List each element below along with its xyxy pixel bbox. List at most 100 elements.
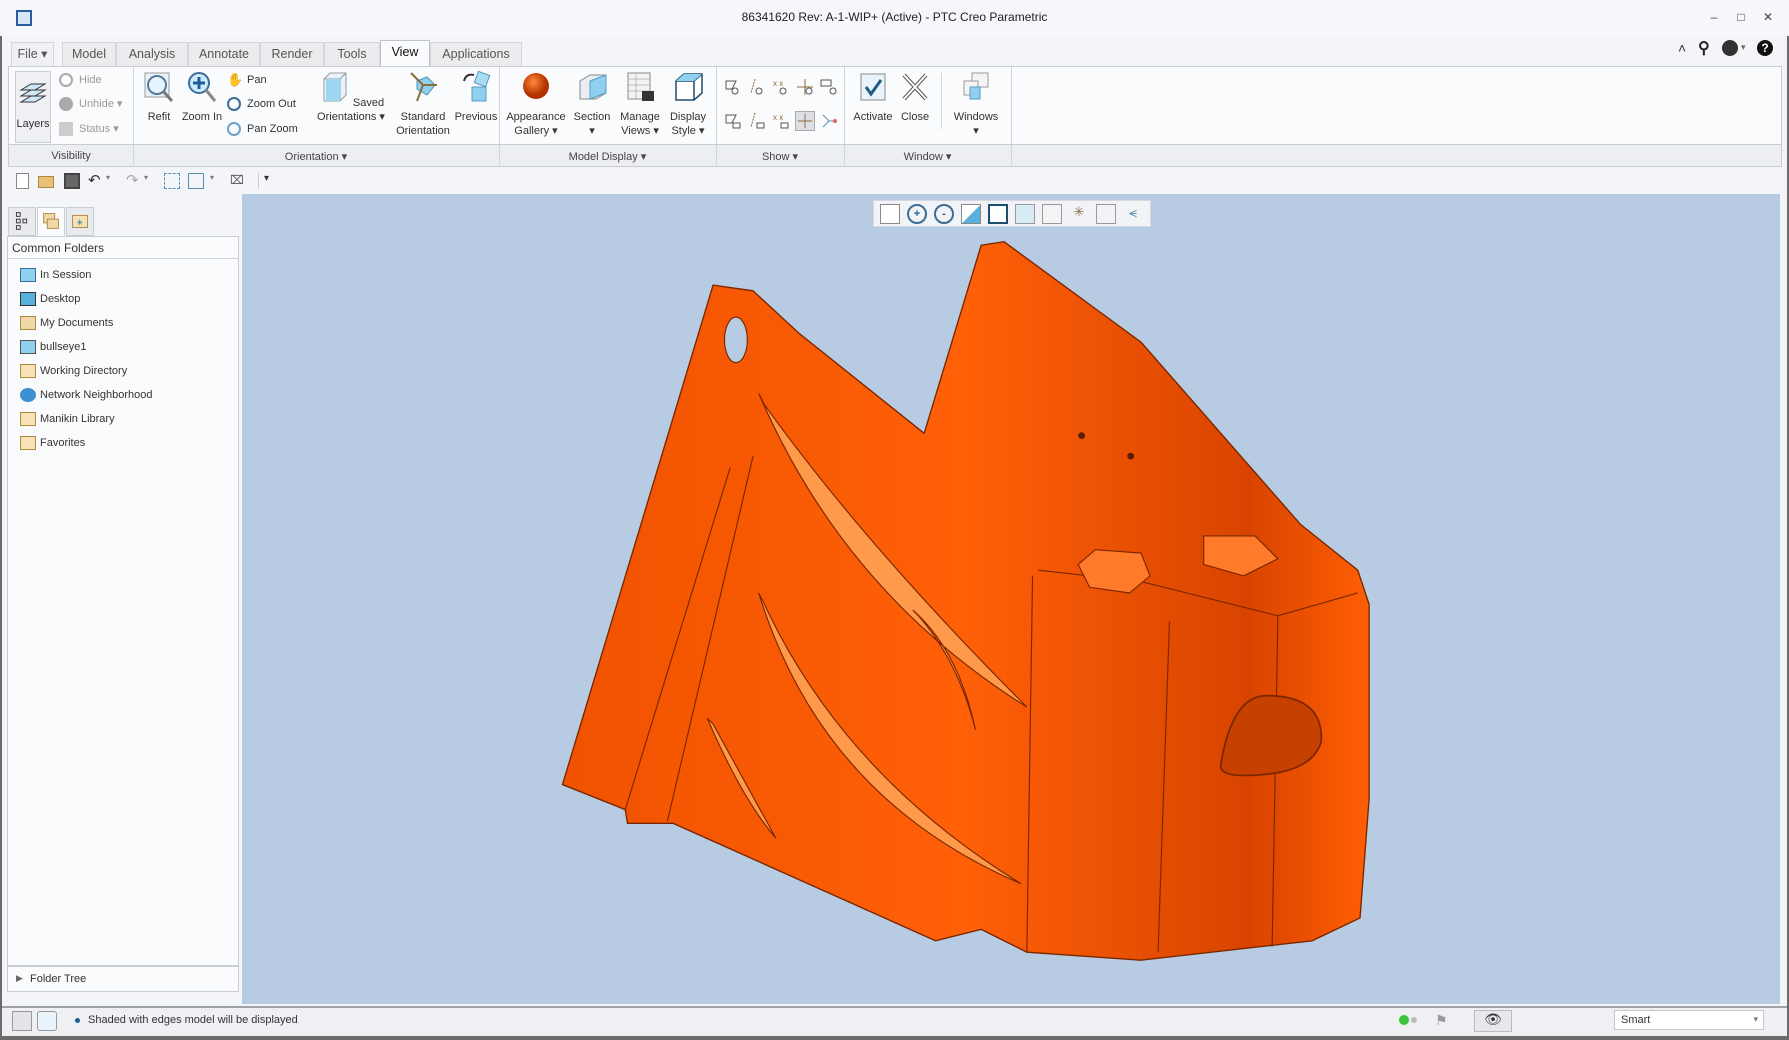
hide-label: Hide (79, 74, 102, 86)
toggle-navigator-icon[interactable] (12, 1011, 32, 1031)
saved-orientations-icon[interactable] (1015, 204, 1035, 224)
new-file-icon[interactable] (16, 173, 29, 189)
folder-item-documents-folder[interactable]: My Documents (20, 314, 113, 332)
search-icon[interactable]: ⚲ (1698, 38, 1710, 58)
tab-model[interactable]: Model (62, 42, 116, 66)
folder-item-folder-star[interactable]: Working Directory (20, 362, 127, 380)
folder-item-library-folder[interactable]: Manikin Library (20, 410, 115, 428)
save-icon[interactable] (64, 173, 80, 189)
windows-qat-dropdown-icon[interactable]: ▾ (210, 173, 226, 189)
display-style-icon[interactable] (988, 204, 1008, 224)
spin-center-icon[interactable]: ⪪ (1123, 204, 1143, 224)
community-dropdown-icon[interactable]: ▾ (1741, 42, 1746, 53)
close-qat-icon[interactable]: ⌧ (230, 173, 246, 189)
plane-display-icon[interactable] (723, 77, 743, 97)
folder-item-network[interactable]: Network Neighborhood (20, 386, 153, 404)
orientation-group-label[interactable]: Orientation ▾ (133, 150, 499, 163)
show-group-label[interactable]: Show ▾ (716, 150, 844, 163)
pan-zoom-button[interactable]: Pan Zoom (227, 120, 298, 138)
zoom-out-icon[interactable]: - (934, 204, 954, 224)
model-tree-tab[interactable] (8, 207, 36, 236)
undo-icon[interactable]: ↶ (88, 173, 104, 189)
activate-label: Activate (853, 111, 893, 123)
activate-button[interactable]: Activate (851, 71, 895, 124)
zoom-in-icon[interactable]: + (907, 204, 927, 224)
axis-display-icon[interactable] (747, 77, 767, 97)
network-icon (20, 388, 36, 402)
model-display-group-label[interactable]: Model Display ▾ (499, 150, 716, 163)
csys-display-icon[interactable] (795, 77, 815, 97)
window-group-label[interactable]: Window ▾ (844, 150, 1011, 163)
favorites-tab[interactable]: ✳ (66, 207, 94, 236)
tab-view[interactable]: View (380, 40, 430, 66)
windows-qat-icon[interactable] (188, 173, 204, 189)
saved-orientations-button[interactable]: Saved Orientations ▾ (311, 71, 391, 124)
appearance-gallery-button[interactable]: Appearance Gallery ▾ (505, 71, 567, 138)
plane-tag-icon[interactable] (723, 111, 743, 131)
spin-center-icon[interactable] (819, 111, 839, 131)
manage-views-button[interactable]: Manage Views ▾ (615, 71, 665, 138)
unhide-button[interactable]: Unhide ▾ (59, 95, 122, 113)
regenerate-icon[interactable] (164, 173, 180, 189)
close-button[interactable]: Close (895, 71, 935, 124)
redo-icon[interactable]: ↷ (126, 173, 142, 189)
tab-file[interactable]: File ▾ (11, 42, 54, 66)
help-icon[interactable]: ? (1757, 40, 1773, 56)
repaint-icon[interactable] (961, 204, 981, 224)
folder-item-desktop[interactable]: Desktop (20, 290, 80, 308)
close-window-button[interactable]: ✕ (1760, 10, 1776, 24)
csys-tag-icon[interactable] (795, 111, 815, 131)
tab-tools[interactable]: Tools (324, 42, 380, 66)
folder-tree-section[interactable]: ▶ Folder Tree (7, 966, 239, 992)
minimize-ribbon-icon[interactable]: ˄ (1678, 40, 1686, 56)
pan-button[interactable]: ✋ Pan (227, 71, 267, 89)
annotation-display-icon[interactable] (1096, 204, 1116, 224)
point-display-icon[interactable]: x x (771, 77, 791, 97)
customize-qat-icon[interactable]: ▾ (258, 173, 274, 189)
desktop-icon (20, 292, 36, 306)
folder-browser-tab[interactable] (37, 207, 65, 236)
tab-applications[interactable]: Applications (430, 42, 522, 66)
redo-dropdown-icon[interactable]: ▾ (144, 173, 160, 189)
annotation-display-icon[interactable] (819, 77, 839, 97)
tab-annotate[interactable]: Annotate (188, 42, 260, 66)
browser-icon[interactable] (37, 1011, 57, 1031)
hide-button[interactable]: Hide (59, 71, 102, 89)
minimize-button[interactable]: – (1706, 10, 1722, 24)
selection-filter-dropdown[interactable]: Smart ▾ (1614, 1010, 1764, 1030)
documents-folder-icon (20, 316, 36, 330)
find-binoculars-icon[interactable]: 👁 (1474, 1010, 1512, 1032)
regen-status-dot (1411, 1017, 1417, 1023)
section-dropdown: ▾ (589, 125, 595, 137)
point-tag-icon[interactable]: x x (771, 111, 791, 131)
folder-item-computer[interactable]: bullseye1 (20, 338, 86, 356)
zoom-out-button[interactable]: Zoom Out (227, 95, 296, 113)
tab-analysis[interactable]: Analysis (116, 42, 188, 66)
flag-icon[interactable]: ⚑ (1435, 1012, 1448, 1029)
refit-button[interactable]: Refit (139, 71, 179, 124)
folder-item-label: Manikin Library (40, 413, 115, 425)
axis-tag-icon[interactable] (747, 111, 767, 131)
community-icon[interactable] (1722, 40, 1738, 56)
view-manager-icon[interactable] (1042, 204, 1062, 224)
folder-item-favorites-folder[interactable]: Favorites (20, 434, 85, 452)
restore-button[interactable]: □ (1733, 10, 1749, 24)
standard-orientation-button[interactable]: Standard Orientation (391, 71, 455, 138)
refit-icon[interactable] (880, 204, 900, 224)
display-style-button[interactable]: Display Style ▾ (665, 71, 711, 138)
graphics-viewport[interactable] (242, 194, 1780, 1004)
undo-dropdown-icon[interactable]: ▾ (106, 173, 122, 189)
previous-button[interactable]: Previous (451, 70, 501, 124)
section-button[interactable]: Section ▾ (569, 71, 615, 138)
folder-item-monitor[interactable]: In Session (20, 266, 91, 284)
svg-text:x x: x x (773, 113, 783, 122)
status-button[interactable]: Status ▾ (59, 120, 119, 138)
open-folder-icon[interactable] (38, 176, 54, 188)
status-label: Status ▾ (79, 123, 119, 135)
windows-button[interactable]: Windows ▾ (947, 71, 1005, 138)
datum-display-icon[interactable]: ✳ (1069, 204, 1089, 224)
zoom-in-button[interactable]: Zoom In (179, 71, 225, 124)
layers-button[interactable]: Layers (15, 71, 51, 143)
visibility-group-label[interactable]: Visibility (9, 150, 133, 162)
tab-render[interactable]: Render (260, 42, 324, 66)
